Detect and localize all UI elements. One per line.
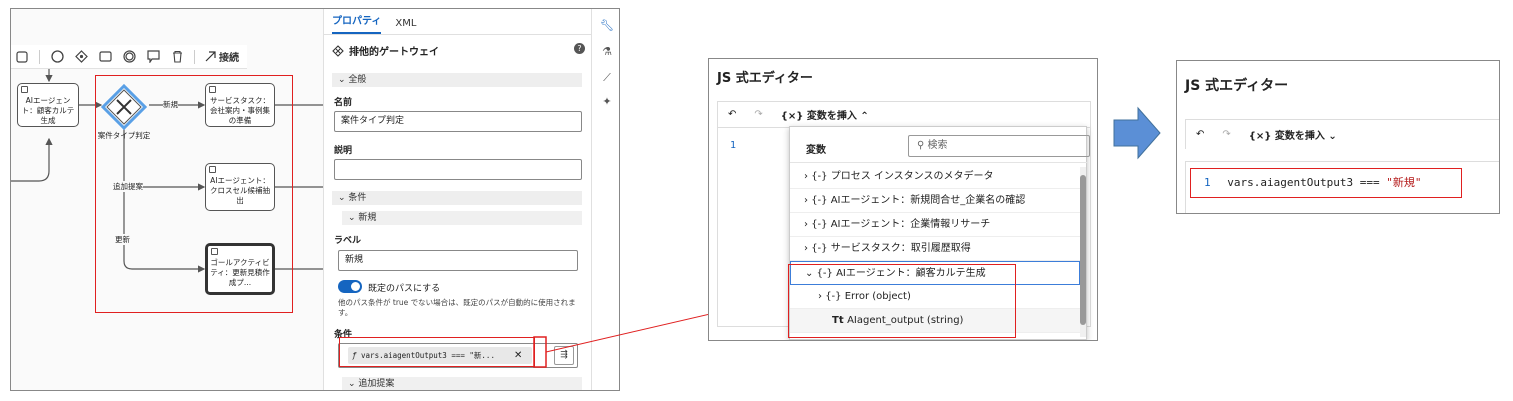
dropdown-scrollbar-thumb[interactable]: [1080, 175, 1086, 325]
js-editor-toolbar: ↶ ↷ {×} 変数を挿入 ⌃: [717, 101, 1091, 127]
highlight-condition-field: [339, 337, 535, 367]
undo-icon[interactable]: ↶: [728, 109, 736, 120]
dropdown-item[interactable]: › {-} プロセス インスタンスのメタデータ: [790, 165, 1080, 189]
js-editor-toolbar: ↶ ↷ {×} 変数を挿入 ⌄: [1185, 119, 1499, 149]
highlight-dropdown-output: [788, 264, 1016, 338]
variable-search-input[interactable]: ⚲ 検索: [908, 135, 1090, 157]
dropdown-item[interactable]: › {-} サービスタスク：取引履歴取得: [790, 237, 1080, 261]
dropdown-title: 変数: [806, 145, 826, 156]
insert-variable-label: 変数を挿入: [1274, 131, 1325, 142]
js-editor-title: JS 式エディター: [1185, 78, 1289, 94]
search-placeholder: 検索: [927, 140, 948, 151]
insert-variable-label: 変数を挿入: [806, 111, 857, 122]
redo-icon[interactable]: ↷: [1222, 129, 1230, 140]
variable-icon: {×}: [1248, 131, 1272, 142]
js-editor-title: JS 式エディター: [717, 71, 813, 86]
dropdown-item-label: {-} プロセス インスタンスのメタデータ: [811, 171, 994, 182]
chevron-down-icon: ⌄: [1328, 131, 1337, 142]
redo-icon[interactable]: ↷: [754, 109, 762, 120]
search-icon: ⚲: [917, 140, 928, 151]
undo-icon[interactable]: ↶: [1196, 129, 1204, 140]
highlight-code-line: [1190, 168, 1462, 198]
dropdown-item[interactable]: › {-} AIエージェント：新規問合せ_企業名の確認: [790, 189, 1080, 213]
dropdown-header: 変数 ⚲ 検索: [790, 127, 1090, 163]
variable-icon: {×}: [780, 111, 804, 122]
insert-variable-button[interactable]: {×} 変数を挿入 ⌃: [781, 107, 869, 122]
dropdown-item-label: {-} サービスタスク：取引履歴取得: [811, 243, 971, 254]
dropdown-item[interactable]: › {-} AIエージェント：企業情報リサーチ: [790, 213, 1080, 237]
chevron-up-icon: ⌃: [860, 111, 869, 122]
insert-variable-button[interactable]: {×} 変数を挿入 ⌄: [1249, 127, 1337, 142]
dropdown-item-label: {-} AIエージェント：企業情報リサーチ: [811, 219, 991, 230]
highlight-condition: [533, 336, 547, 368]
dropdown-item-label: {-} AIエージェント：新規問合せ_企業名の確認: [811, 195, 1026, 206]
line-number: 1: [730, 140, 737, 151]
arrow-right-icon: [1113, 106, 1161, 160]
